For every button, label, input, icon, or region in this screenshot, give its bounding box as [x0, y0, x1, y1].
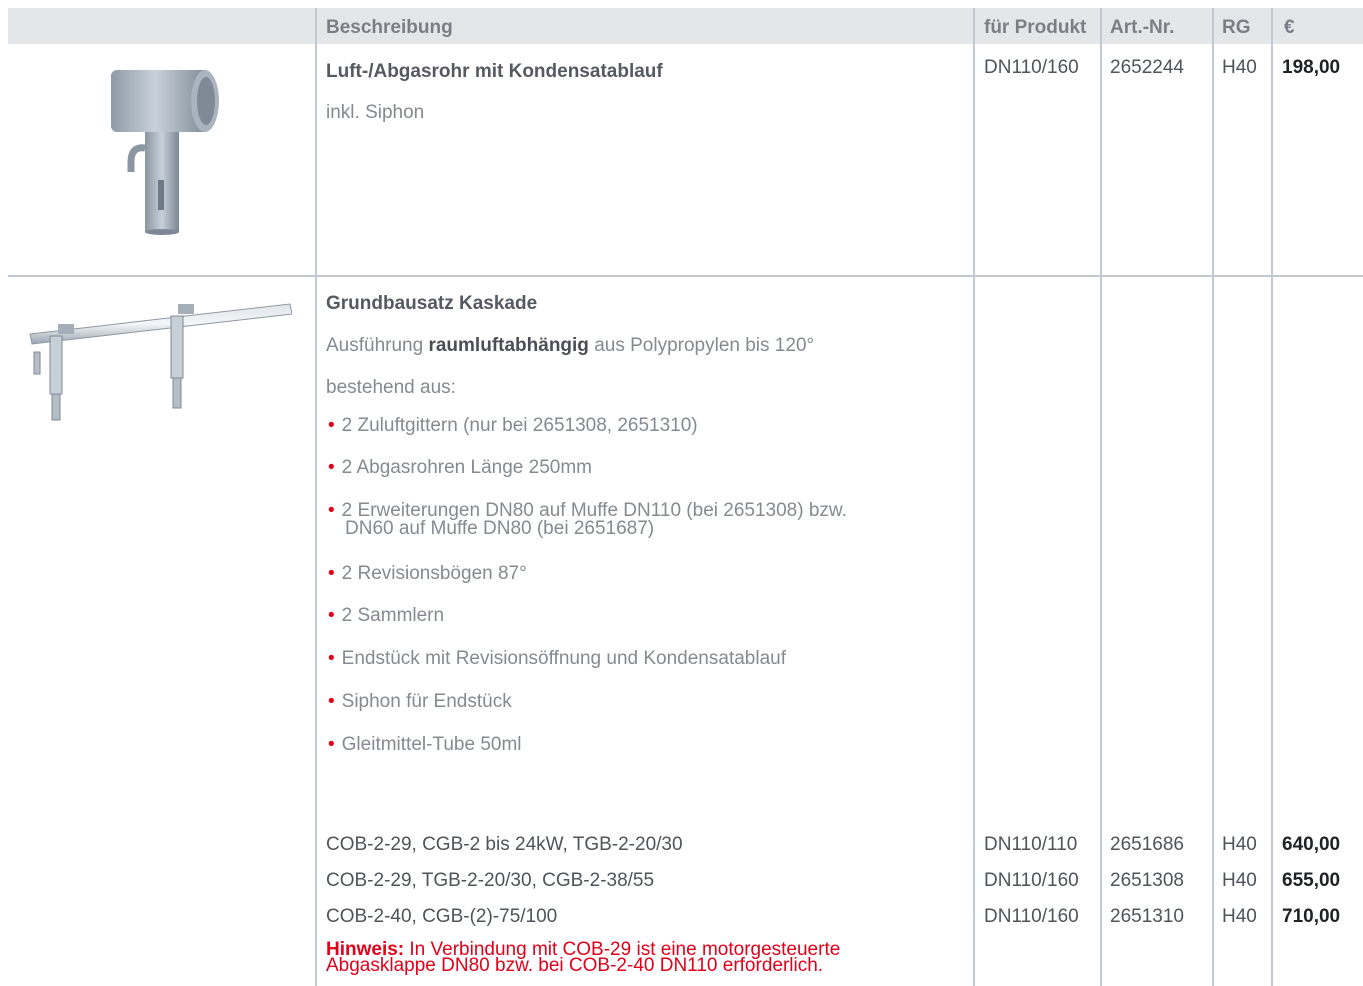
column-rule	[973, 8, 975, 986]
item-price: 198,00	[1282, 57, 1341, 78]
variant-art-nr: 2651686	[1110, 834, 1184, 855]
product-image-exhaust-pipe	[45, 60, 275, 240]
variant-price: 710,00	[1282, 906, 1341, 927]
variant-product: DN110/160	[984, 870, 1079, 891]
list-item: • Gleitmittel-Tube 50ml	[328, 734, 522, 755]
header-price: €	[1284, 17, 1295, 38]
list-item: • Siphon für Endstück	[328, 691, 512, 712]
item-art-nr: 2652244	[1110, 57, 1184, 78]
variant-description: COB-2-29, TGB-2-20/30, CGB-2-38/55	[326, 870, 655, 891]
column-rule	[1212, 8, 1214, 986]
item-rg: H40	[1222, 57, 1257, 78]
note: Hinweis: In Verbindung mit COB-29 ist ei…	[326, 939, 841, 976]
list-item: • 2 Revisionsbögen 87°	[328, 563, 527, 584]
product-image-cascade-kit	[28, 300, 293, 425]
list-item: • 2 Sammlern	[328, 605, 445, 626]
header-art-nr: Art.-Nr.	[1110, 17, 1175, 38]
list-item: • 2 Zuluftgittern (nur bei 2651308, 26513…	[328, 415, 698, 436]
variant-description: COB-2-40, CGB-(2)-75/100	[326, 906, 558, 927]
item-title: Grundbausatz Kaskade	[326, 293, 538, 314]
row-separator	[8, 275, 1363, 277]
list-item: • 2 Erweiterungen DN80 auf Muffe DN110 (b…	[328, 500, 847, 521]
variant-rg: H40	[1222, 870, 1257, 891]
variant-product: DN110/160	[984, 906, 1079, 927]
item-consists-of: bestehend aus:	[326, 377, 456, 398]
column-rule	[1100, 8, 1102, 986]
list-item: • Endstück mit Revisionsöffnung und Konde…	[328, 648, 786, 669]
column-rule	[1271, 8, 1273, 986]
variant-product: DN110/110	[984, 834, 1078, 855]
variant-price: 640,00	[1282, 834, 1341, 855]
variant-art-nr: 2651308	[1110, 870, 1184, 891]
item-subtitle: inkl. Siphon	[326, 102, 425, 123]
variant-price: 655,00	[1282, 870, 1341, 891]
header-description: Beschreibung	[326, 17, 453, 38]
variant-description: COB-2-29, CGB-2 bis 24kW, TGB-2-20/30	[326, 834, 683, 855]
item-title: Luft-/Abgasrohr mit Kondensatablauf	[326, 61, 663, 82]
list-item: • 2 Abgasrohren Länge 250mm	[328, 457, 592, 478]
variant-rg: H40	[1222, 834, 1257, 855]
list-item-continuation: DN60 auf Muffe DN80 (bei 2651687)	[345, 518, 655, 539]
header-product: für Produkt	[984, 17, 1087, 38]
item-product: DN110/160	[984, 57, 1079, 78]
item-description: Ausführung raumluftabhängig aus Polyprop…	[326, 335, 815, 356]
variant-rg: H40	[1222, 906, 1257, 927]
variant-art-nr: 2651310	[1110, 906, 1184, 927]
column-rule	[315, 8, 317, 986]
header-rg: RG	[1222, 17, 1251, 38]
